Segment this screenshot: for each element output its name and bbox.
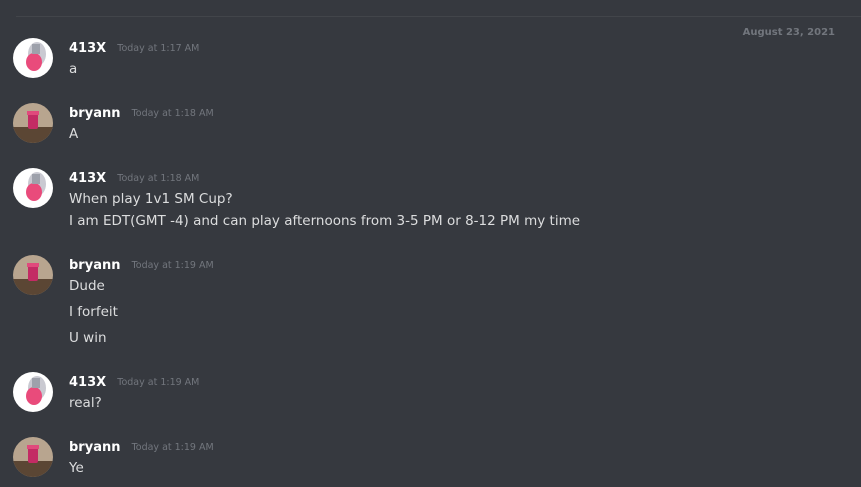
message-text: a	[69, 61, 78, 77]
message-header: 413X Today at 1:18 AM	[69, 168, 199, 186]
avatar[interactable]	[13, 103, 53, 143]
avatar[interactable]	[13, 372, 53, 412]
timestamp: Today at 1:18 AM	[131, 108, 214, 119]
message-text: real?	[69, 395, 102, 411]
photo-avatar-icon	[13, 437, 53, 477]
avatar[interactable]	[13, 168, 53, 208]
username[interactable]: bryann	[69, 258, 120, 273]
message-header: bryann Today at 1:18 AM	[69, 103, 214, 121]
message-text: I am EDT(GMT -4) and can play afternoons…	[69, 213, 581, 229]
username[interactable]: bryann	[69, 106, 120, 121]
message-text: When play 1v1 SM Cup?	[69, 191, 233, 207]
cartoon-avatar-icon	[13, 372, 53, 412]
username[interactable]: 413X	[69, 41, 106, 56]
message-header: bryann Today at 1:19 AM	[69, 437, 214, 455]
chat-log: August 23, 2021 413X Today at 1:17 AM a	[0, 0, 861, 487]
avatar[interactable]	[13, 38, 53, 78]
photo-avatar-icon	[13, 255, 53, 295]
avatar[interactable]	[13, 255, 53, 295]
message-text: Ye	[69, 460, 84, 476]
date-divider: August 23, 2021	[16, 16, 861, 40]
timestamp: Today at 1:18 AM	[117, 173, 200, 184]
message-text: A	[69, 126, 79, 142]
username[interactable]: bryann	[69, 440, 120, 455]
username[interactable]: 413X	[69, 375, 106, 390]
photo-avatar-icon	[13, 103, 53, 143]
date-divider-label: August 23, 2021	[734, 25, 843, 40]
cartoon-avatar-icon	[13, 168, 53, 208]
timestamp: Today at 1:19 AM	[131, 260, 214, 271]
timestamp: Today at 1:17 AM	[117, 43, 200, 54]
cartoon-avatar-icon	[13, 38, 53, 78]
timestamp: Today at 1:19 AM	[131, 442, 214, 453]
timestamp: Today at 1:19 AM	[117, 377, 200, 388]
avatar[interactable]	[13, 437, 53, 477]
message-header: bryann Today at 1:19 AM	[69, 255, 214, 273]
message-header: 413X Today at 1:19 AM	[69, 372, 199, 390]
username[interactable]: 413X	[69, 171, 106, 186]
message-text: I forfeit	[69, 304, 118, 320]
message-text: U win	[69, 330, 107, 346]
message-header: 413X Today at 1:17 AM	[69, 38, 199, 56]
message-text: Dude	[69, 278, 105, 294]
